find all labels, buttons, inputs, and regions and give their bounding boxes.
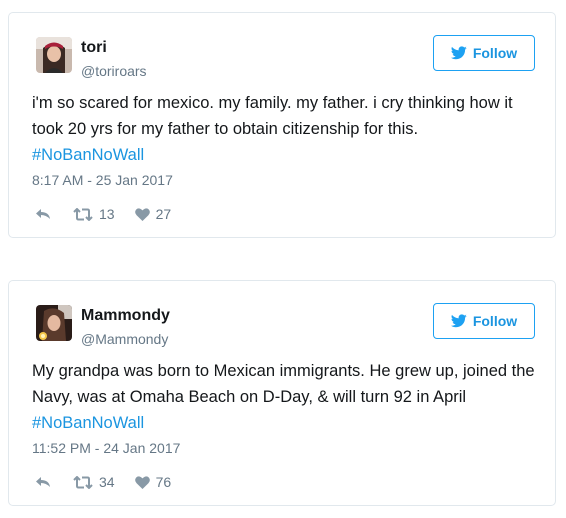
avatar[interactable] [36,305,72,341]
retweet-count: 34 [99,474,115,490]
like-button[interactable]: 76 [134,474,172,490]
hashtag-link[interactable]: #NoBanNoWall [32,146,144,164]
follow-button[interactable]: Follow [433,303,535,339]
display-name[interactable]: Mammondy [81,307,170,325]
tweet-text: My grandpa was born to Mexican immigrant… [32,358,542,436]
twitter-bird-icon [450,46,467,60]
timestamp[interactable]: 11:52 PM - 24 Jan 2017 [32,440,180,456]
follow-label: Follow [472,45,518,61]
timestamp[interactable]: 8:17 AM - 25 Jan 2017 [32,172,173,188]
tweet-card: Mammondy @Mammondy Follow My grandpa was… [8,280,556,506]
follow-label: Follow [472,313,518,329]
reply-icon [36,209,50,219]
reply-button[interactable] [35,476,51,488]
heart-icon [134,207,150,221]
like-count: 76 [155,474,172,490]
heart-icon [134,475,150,489]
reply-button[interactable] [35,208,51,220]
retweet-count: 13 [99,206,115,222]
user-handle[interactable]: @Mammondy [81,331,168,347]
retweet-icon [73,475,93,489]
follow-button[interactable]: Follow [433,35,535,71]
like-button[interactable]: 27 [134,206,172,222]
tweet-text: i'm so scared for mexico. my family. my … [32,90,542,168]
retweet-icon [73,207,93,221]
tweet-body: My grandpa was born to Mexican immigrant… [32,362,535,406]
tweet-body: i'm so scared for mexico. my family. my … [32,94,513,138]
retweet-button[interactable]: 34 [73,474,115,490]
tweet-card: tori @toriroars Follow i'm so scared for… [8,12,556,238]
user-handle[interactable]: @toriroars [81,63,147,79]
tweet-actions: 13 27 [35,204,171,224]
hashtag-link[interactable]: #NoBanNoWall [32,414,144,432]
reply-icon [36,477,50,487]
avatar[interactable] [36,37,72,73]
retweet-button[interactable]: 13 [73,206,115,222]
tweet-actions: 34 76 [35,472,171,492]
like-count: 27 [155,206,172,222]
twitter-bird-icon [450,314,467,328]
display-name[interactable]: tori [81,39,107,57]
